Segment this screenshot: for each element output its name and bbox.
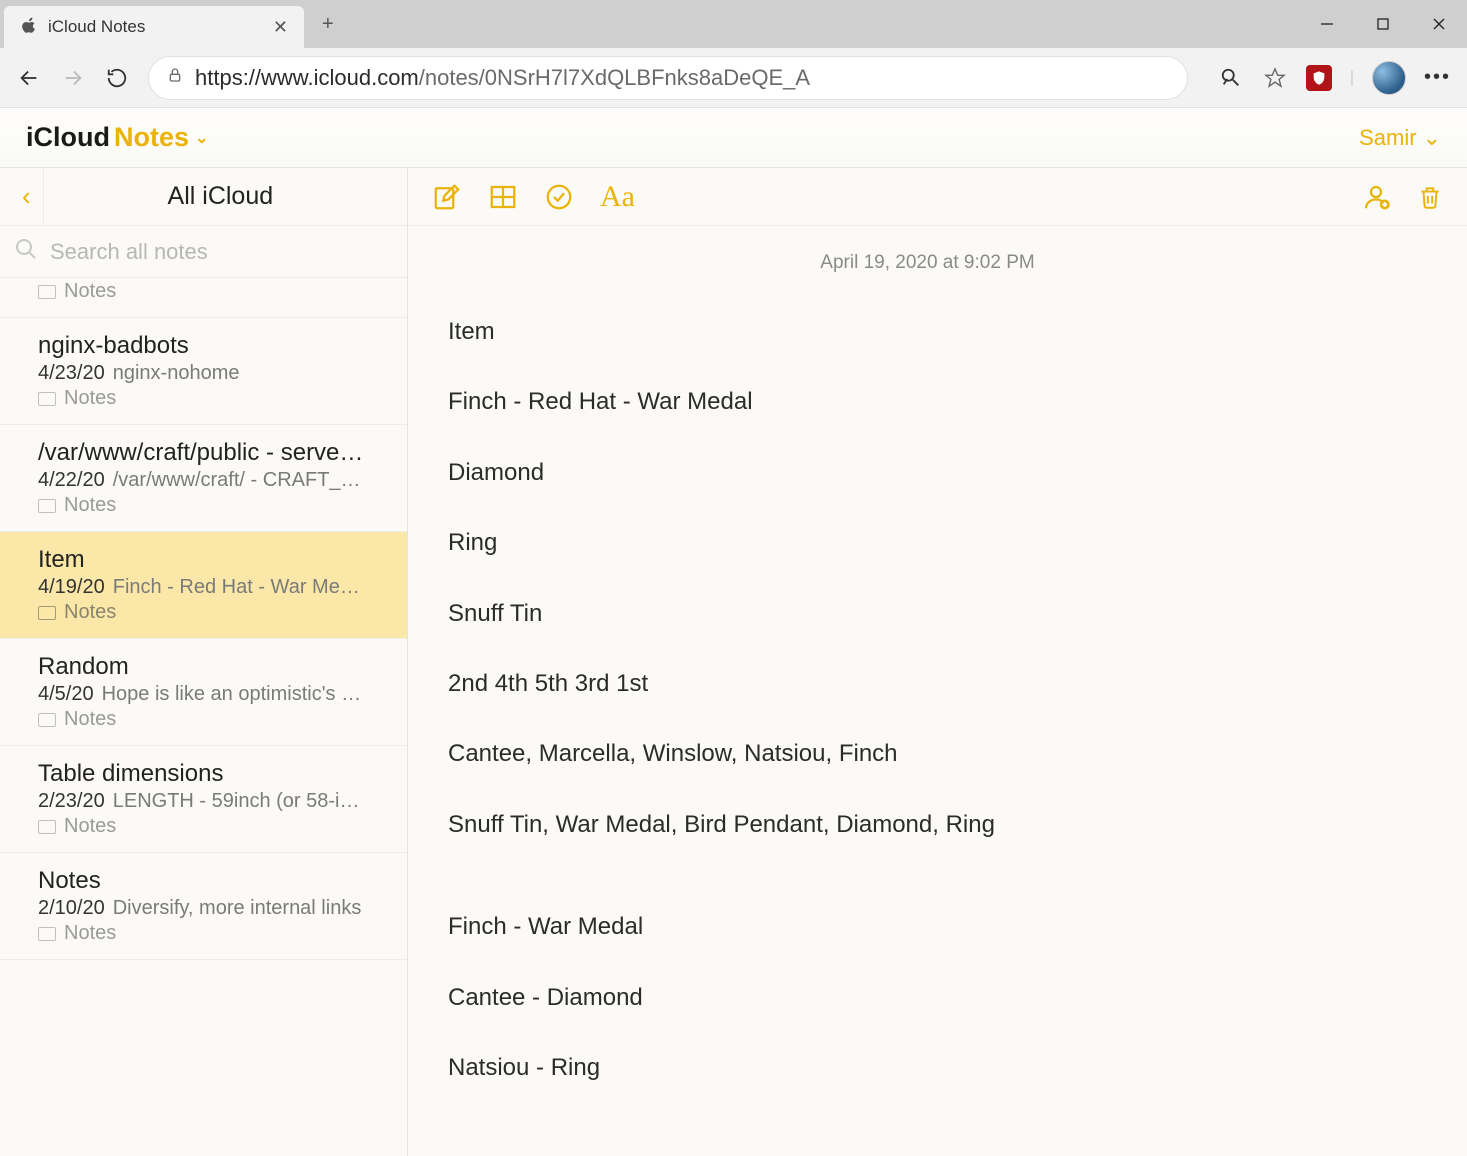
- minimize-button[interactable]: [1299, 4, 1355, 44]
- note-list-item[interactable]: Table dimensions2/23/20LENGTH - 59inch (…: [0, 746, 407, 853]
- folder-icon: [38, 820, 56, 834]
- tab-bar: iCloud Notes ✕ +: [0, 0, 1467, 48]
- note-item-meta: 4/23/20nginx-nohome: [38, 362, 369, 385]
- forward-button[interactable]: [60, 65, 86, 91]
- note-item-folder: Notes: [38, 922, 369, 945]
- search-ext-icon[interactable]: [1218, 65, 1244, 91]
- note-item-title: /var/www/craft/public - serve…: [38, 439, 369, 467]
- share-icon[interactable]: [1361, 182, 1391, 212]
- note-item-folder: Notes: [38, 601, 369, 624]
- note-item-title: Item: [38, 546, 369, 574]
- note-line: Snuff Tin, War Medal, Bird Pendant, Diam…: [448, 809, 1407, 841]
- main-layout: ‹ All iCloud Notesnginx-badbots4/23/20ng…: [0, 168, 1467, 1156]
- folder-icon: [38, 499, 56, 513]
- close-window-button[interactable]: [1411, 4, 1467, 44]
- search-input[interactable]: [50, 239, 393, 265]
- note-list-item[interactable]: Notes: [0, 280, 407, 318]
- compose-icon[interactable]: [432, 182, 462, 212]
- app-header: iCloud Notes ⌄ Samir ⌄: [0, 108, 1467, 168]
- app-title[interactable]: iCloud Notes ⌄: [26, 122, 208, 153]
- tab-title: iCloud Notes: [48, 17, 263, 37]
- folder-icon: [38, 285, 56, 299]
- toolbar-extensions: | •••: [1218, 61, 1451, 95]
- note-item-title: Notes: [38, 867, 369, 895]
- menu-button[interactable]: •••: [1424, 66, 1451, 89]
- close-tab-icon[interactable]: ✕: [273, 17, 288, 38]
- format-icon[interactable]: Aa: [600, 180, 635, 214]
- note-line: Snuff Tin: [448, 598, 1407, 630]
- note-item-folder: Notes: [38, 494, 369, 517]
- note-item-title: Table dimensions: [38, 760, 369, 788]
- user-menu[interactable]: Samir ⌄: [1359, 125, 1441, 151]
- apple-icon: [20, 16, 38, 39]
- search-row: [0, 226, 407, 278]
- note-item-meta: 4/19/20Finch - Red Hat - War Med…: [38, 576, 369, 599]
- note-content-panel: Aa April 19, 2020 at 9:02 PM Item Finch -…: [408, 168, 1467, 1156]
- note-list-item[interactable]: /var/www/craft/public - serve…4/22/20/va…: [0, 425, 407, 532]
- address-bar[interactable]: https://www.icloud.com/notes/0NSrH7l7XdQ…: [148, 56, 1188, 100]
- note-line: 2nd 4th 5th 3rd 1st: [448, 668, 1407, 700]
- note-item-folder: Notes: [38, 387, 369, 410]
- checklist-icon[interactable]: [544, 182, 574, 212]
- back-button[interactable]: [16, 65, 42, 91]
- note-line: Item: [448, 316, 1407, 348]
- note-item-title: Random: [38, 653, 369, 681]
- notes-list[interactable]: Notesnginx-badbots4/23/20nginx-nohomeNot…: [0, 278, 407, 1156]
- note-body[interactable]: April 19, 2020 at 9:02 PM Item Finch - Re…: [408, 226, 1467, 1156]
- sidebar: ‹ All iCloud Notesnginx-badbots4/23/20ng…: [0, 168, 408, 1156]
- note-item-meta: 2/10/20Diversify, more internal links: [38, 897, 369, 920]
- refresh-button[interactable]: [104, 65, 130, 91]
- note-item-folder: Notes: [38, 815, 369, 838]
- ublock-icon[interactable]: [1306, 65, 1332, 91]
- browser-chrome: iCloud Notes ✕ + https://www.icloud.com/…: [0, 0, 1467, 108]
- note-list-item[interactable]: Random4/5/20Hope is like an optimistic's…: [0, 639, 407, 746]
- note-item-meta: 4/5/20Hope is like an optimistic's …: [38, 683, 369, 706]
- maximize-button[interactable]: [1355, 4, 1411, 44]
- folder-icon: [38, 927, 56, 941]
- chevron-down-icon: ⌄: [195, 128, 208, 148]
- note-line: Cantee, Marcella, Winslow, Natsiou, Finc…: [448, 738, 1407, 770]
- lock-icon: [167, 66, 183, 89]
- note-line: Finch - Red Hat - War Medal: [448, 386, 1407, 418]
- note-timestamp: April 19, 2020 at 9:02 PM: [448, 252, 1407, 274]
- note-line: Finch - War Medal: [448, 911, 1407, 943]
- profile-avatar[interactable]: [1372, 61, 1406, 95]
- note-list-item[interactable]: Item4/19/20Finch - Red Hat - War Med…Not…: [0, 532, 407, 639]
- table-icon[interactable]: [488, 182, 518, 212]
- browser-tab[interactable]: iCloud Notes ✕: [4, 6, 304, 48]
- note-line: Diamond: [448, 457, 1407, 489]
- chevron-down-icon: ⌄: [1423, 125, 1441, 151]
- note-line: Cantee - Diamond: [448, 982, 1407, 1014]
- note-line: Natsiou - Ring: [448, 1052, 1407, 1084]
- note-item-folder: Notes: [38, 708, 369, 731]
- url-text: https://www.icloud.com/notes/0NSrH7l7XdQ…: [195, 65, 810, 91]
- folder-icon: [38, 392, 56, 406]
- sidebar-title: All iCloud: [44, 182, 397, 211]
- address-bar-row: https://www.icloud.com/notes/0NSrH7l7XdQ…: [0, 48, 1467, 108]
- note-list-item[interactable]: nginx-badbots4/23/20nginx-nohomeNotes: [0, 318, 407, 425]
- folder-icon: [38, 606, 56, 620]
- note-line: Ring: [448, 527, 1407, 559]
- note-list-item[interactable]: Notes2/10/20Diversify, more internal lin…: [0, 853, 407, 960]
- note-item-title: nginx-badbots: [38, 332, 369, 360]
- trash-icon[interactable]: [1417, 182, 1443, 212]
- sidebar-header: ‹ All iCloud: [0, 168, 407, 226]
- back-icon[interactable]: ‹: [10, 168, 44, 225]
- note-item-folder: Notes: [38, 280, 369, 303]
- note-item-meta: 2/23/20LENGTH - 59inch (or 58-i…: [38, 790, 369, 813]
- folder-icon: [38, 713, 56, 727]
- note-item-meta: 4/22/20/var/www/craft/ - CRAFT_…: [38, 469, 369, 492]
- window-controls: [1299, 4, 1467, 44]
- content-toolbar: Aa: [408, 168, 1467, 226]
- new-tab-button[interactable]: +: [304, 13, 352, 36]
- search-icon: [14, 237, 38, 266]
- favorite-icon[interactable]: [1262, 65, 1288, 91]
